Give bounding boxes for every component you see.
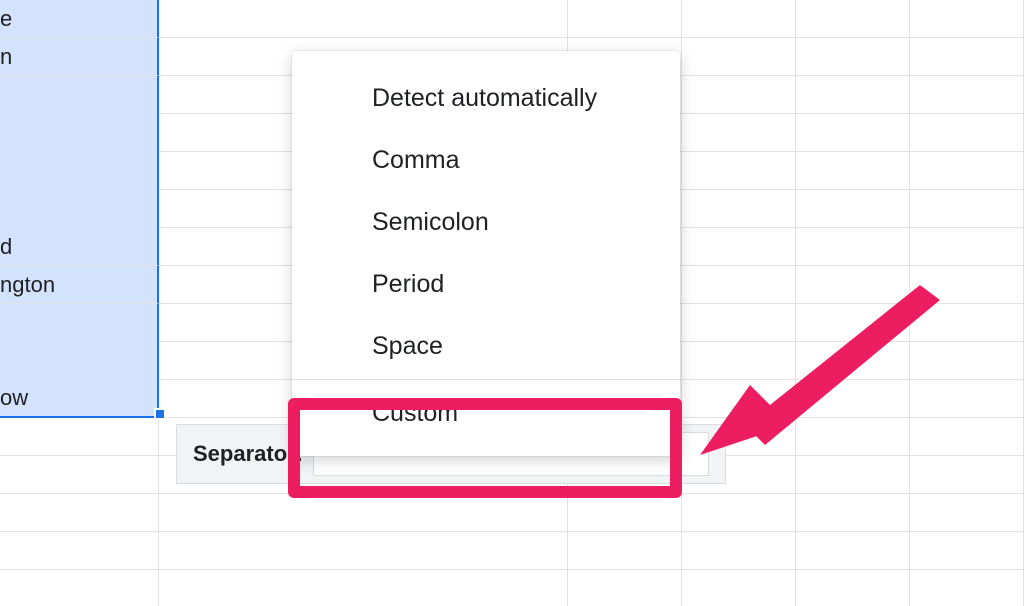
cell-value: ow [0,385,28,411]
cell[interactable]: e [0,0,159,38]
cell[interactable] [682,38,796,76]
separator-label: Separator: [193,441,303,467]
cell[interactable] [910,38,1024,76]
cell[interactable] [910,380,1024,418]
cell[interactable] [910,532,1024,570]
cell[interactable] [910,456,1024,494]
cell[interactable] [796,0,910,38]
cell[interactable] [796,342,910,380]
cell[interactable] [568,532,682,570]
menu-item-detect-automatically[interactable]: Detect automatically [292,67,680,129]
cell[interactable] [910,304,1024,342]
cell[interactable]: n [0,38,159,76]
cell[interactable] [796,456,910,494]
cell[interactable]: ow [0,380,159,418]
menu-item-label: Space [372,332,443,361]
cell[interactable]: ngton [0,266,159,304]
cell[interactable] [0,304,159,342]
cell[interactable] [0,570,159,606]
cell[interactable] [682,228,796,266]
menu-item-label: Semicolon [372,208,489,237]
cell[interactable] [682,266,796,304]
cell[interactable] [568,570,682,606]
cell[interactable] [682,304,796,342]
cell[interactable] [910,266,1024,304]
cell-value: e [0,6,12,32]
cell[interactable] [682,152,796,190]
cell-value: d [0,234,12,260]
cell[interactable]: d [0,228,159,266]
menu-item-label: Custom [372,399,458,428]
cell[interactable] [682,190,796,228]
cell[interactable] [682,0,796,38]
cell[interactable] [0,152,159,190]
cell[interactable] [796,494,910,532]
menu-item-space[interactable]: Space [292,315,680,377]
cell[interactable] [796,570,910,606]
cell[interactable] [568,0,682,38]
cell[interactable] [796,266,910,304]
cell[interactable] [910,342,1024,380]
menu-item-period[interactable]: Period [292,253,680,315]
cell[interactable] [910,0,1024,38]
cell[interactable] [682,532,796,570]
cell[interactable] [682,342,796,380]
cell[interactable] [796,152,910,190]
cell[interactable] [910,152,1024,190]
menu-item-comma[interactable]: Comma [292,129,680,191]
cell[interactable] [159,532,568,570]
cell[interactable] [910,190,1024,228]
cell[interactable] [0,494,159,532]
cell[interactable] [910,494,1024,532]
cell[interactable] [910,114,1024,152]
cell[interactable] [0,190,159,228]
cell[interactable] [910,76,1024,114]
cell[interactable] [910,570,1024,606]
cell[interactable] [0,114,159,152]
cell[interactable] [796,114,910,152]
cell[interactable] [159,0,568,38]
cell[interactable] [910,418,1024,456]
cell[interactable] [796,190,910,228]
cell[interactable] [682,76,796,114]
cell[interactable] [682,380,796,418]
menu-item-label: Detect automatically [372,84,597,113]
cell-value: n [0,44,12,70]
menu-item-label: Period [372,270,444,299]
menu-separator [292,379,680,380]
cell[interactable] [796,304,910,342]
cell[interactable] [0,342,159,380]
cell[interactable] [0,418,159,456]
selection-handle[interactable] [154,408,166,420]
cell-value: ngton [0,272,55,298]
menu-item-custom[interactable]: Custom [292,382,680,444]
separator-menu: Detect automatically Comma Semicolon Per… [292,51,680,456]
menu-item-label: Comma [372,146,460,175]
cell[interactable] [796,38,910,76]
cell[interactable] [682,494,796,532]
cell[interactable] [796,380,910,418]
cell[interactable] [159,570,568,606]
cell[interactable] [796,532,910,570]
cell[interactable] [159,494,568,532]
menu-item-semicolon[interactable]: Semicolon [292,191,680,253]
cell[interactable] [796,76,910,114]
cell[interactable] [682,114,796,152]
cell[interactable] [796,418,910,456]
cell[interactable] [568,494,682,532]
cell[interactable] [682,570,796,606]
cell[interactable] [910,228,1024,266]
cell[interactable] [0,456,159,494]
cell[interactable] [0,532,159,570]
cell[interactable] [796,228,910,266]
cell[interactable] [0,76,159,114]
